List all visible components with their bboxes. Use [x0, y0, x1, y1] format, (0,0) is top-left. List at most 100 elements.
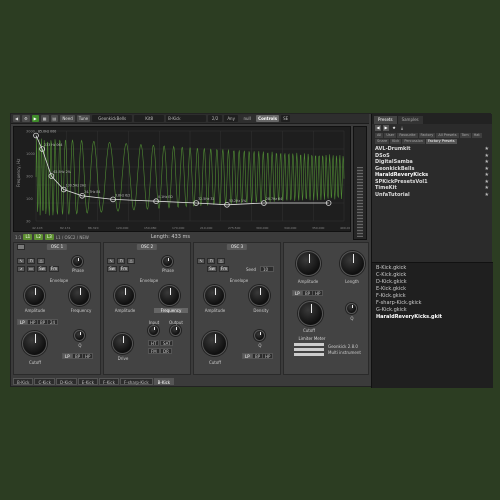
category-all[interactable]: All: [375, 133, 384, 138]
frequency-label[interactable]: Frequency: [154, 308, 188, 313]
cutoff-knob[interactable]: [22, 331, 47, 356]
envelope-graph[interactable]: Frequency, Hz 30 100 300 1000 3000 42.103 82.13…: [13, 126, 351, 232]
sample-name-field[interactable]: B-Kick: [166, 115, 207, 122]
input-knob[interactable]: [148, 325, 159, 336]
need-button[interactable]: Need: [60, 115, 75, 122]
file-item[interactable]: G-Kick.gkick: [376, 307, 489, 314]
fm-button[interactable]: Fm: [49, 266, 59, 272]
general-length-knob[interactable]: [340, 251, 365, 276]
amplitude-knob[interactable]: [204, 285, 225, 306]
sine-wave-icon[interactable]: ∿: [107, 258, 115, 264]
fm-button[interactable]: Fm: [119, 266, 129, 272]
file-item-selected[interactable]: HaraldReveryKicks.gkit: [376, 314, 489, 321]
next-icon[interactable]: ▶: [383, 125, 389, 131]
file-item[interactable]: F-sharp-Kick.gkick: [376, 300, 489, 307]
instrument-tab[interactable]: B-Kick: [13, 378, 34, 385]
square-wave-icon[interactable]: ⊓: [207, 258, 215, 264]
limiter-bar-1[interactable]: [294, 343, 324, 346]
sw-button[interactable]: Sw: [107, 266, 117, 272]
category-percussion[interactable]: Percussion: [402, 139, 425, 144]
frequency-knob[interactable]: [69, 285, 90, 306]
noise-wave-icon[interactable]: ▭: [27, 266, 35, 272]
category-kick[interactable]: Kick: [390, 139, 402, 144]
sw-button[interactable]: Sw: [207, 266, 217, 272]
filter-type-hp[interactable]: HP: [262, 353, 274, 359]
file-item[interactable]: F-Kick.gkick: [376, 293, 489, 300]
file-item[interactable]: E-Kick.gkick: [376, 286, 489, 293]
any-button[interactable]: Any: [224, 115, 239, 122]
amplitude-knob[interactable]: [114, 285, 135, 306]
dr-chip[interactable]: DR: [160, 348, 172, 354]
triangle-wave-icon[interactable]: △: [127, 258, 135, 264]
category-tom[interactable]: Tom: [459, 133, 471, 138]
filter-type-hp[interactable]: HP: [82, 353, 94, 359]
fm-chip[interactable]: FM: [148, 348, 160, 354]
triangle-wave-icon[interactable]: △: [217, 258, 225, 264]
square-wave-icon[interactable]: ⊓: [117, 258, 125, 264]
osc2-title[interactable]: OSC 2: [136, 244, 158, 250]
sat-chip[interactable]: SAT: [160, 340, 174, 346]
density-knob[interactable]: [249, 285, 270, 306]
general-amplitude-knob[interactable]: [296, 251, 321, 276]
favourite-icon[interactable]: ★: [391, 125, 397, 131]
frequency-knob[interactable]: [159, 285, 180, 306]
ht-chip[interactable]: HT: [148, 340, 160, 346]
tab-samples[interactable]: Samples: [397, 116, 423, 124]
category-user[interactable]: User: [384, 133, 397, 138]
tune-button[interactable]: Tune: [76, 115, 91, 122]
instrument-tab[interactable]: C-Kick: [34, 378, 55, 385]
instrument-tab[interactable]: F-sharp-Kick: [119, 378, 153, 385]
general-cutoff-knob[interactable]: [298, 301, 323, 326]
category-snare[interactable]: Snare: [375, 139, 390, 144]
q-knob[interactable]: [74, 330, 85, 341]
file-item[interactable]: B-Kick.gkick: [376, 265, 489, 272]
limiter-bar-2[interactable]: [294, 348, 324, 351]
file-item[interactable]: C-Kick.gkick: [376, 272, 489, 279]
play-button[interactable]: ▶: [31, 115, 39, 122]
tab-presets[interactable]: Presets: [374, 116, 397, 124]
instrument-tab[interactable]: E-Kick: [77, 378, 98, 385]
sw-button[interactable]: Sw: [37, 266, 47, 272]
instrument-field[interactable]: GeonkickBells: [92, 115, 133, 122]
osc3-title[interactable]: OSC 3: [226, 244, 248, 250]
output-knob[interactable]: [170, 325, 181, 336]
category-all-presets[interactable]: All Presets: [436, 133, 459, 138]
zoom-button[interactable]: SE: [281, 115, 291, 122]
file-item[interactable]: D-Kick.gkick: [376, 279, 489, 286]
category-favourite[interactable]: Favourite: [397, 133, 418, 138]
osc1-title[interactable]: OSC 1: [46, 244, 68, 250]
category-factory-presets[interactable]: Factory Presets: [425, 139, 457, 144]
category-hat[interactable]: Hat: [471, 133, 482, 138]
osc1-enable-toggle[interactable]: [17, 244, 25, 250]
sawtooth-wave-icon[interactable]: ⩘: [17, 266, 25, 272]
kit-field[interactable]: Kit8: [134, 115, 165, 122]
back-button[interactable]: ◀: [13, 115, 21, 122]
layer-list-button[interactable]: ▤: [50, 115, 59, 122]
triangle-wave-icon[interactable]: △: [37, 258, 45, 264]
cutoff-knob[interactable]: [202, 331, 227, 356]
phase-knob[interactable]: [162, 256, 173, 267]
seed-field[interactable]: 10: [260, 266, 274, 272]
import-icon[interactable]: ⤓: [399, 125, 405, 131]
layer2-button[interactable]: L2: [34, 234, 43, 240]
limiter-bar-3[interactable]: [294, 353, 324, 356]
layer3-button[interactable]: L3: [45, 234, 54, 240]
drive-knob[interactable]: [112, 333, 133, 354]
amplitude-knob[interactable]: [24, 285, 45, 306]
general-q-knob[interactable]: [346, 303, 357, 314]
q-knob[interactable]: [254, 330, 265, 341]
envelope-svg[interactable]: Frequency, Hz 30 100 300 1000 3000 42.103 82.13…: [14, 127, 351, 232]
square-wave-icon[interactable]: ⊓: [27, 258, 35, 264]
prev-icon[interactable]: ◀: [375, 125, 381, 131]
filter-slope-chip[interactable]: 24: [47, 319, 59, 325]
settings-button[interactable]: ⚙: [22, 115, 30, 122]
sine-wave-icon[interactable]: ∿: [197, 258, 205, 264]
star-icon[interactable]: ★: [485, 192, 489, 199]
phase-knob[interactable]: [72, 256, 83, 267]
layer1-button[interactable]: L1: [23, 234, 33, 240]
instrument-tab[interactable]: D-Kick: [55, 378, 77, 385]
layer-grid-button[interactable]: ▦: [40, 115, 49, 122]
instrument-tab-active[interactable]: B-Kick: [153, 378, 175, 385]
instrument-tab[interactable]: F-Kick: [98, 378, 119, 385]
general-filter-hp[interactable]: HP: [312, 290, 324, 296]
